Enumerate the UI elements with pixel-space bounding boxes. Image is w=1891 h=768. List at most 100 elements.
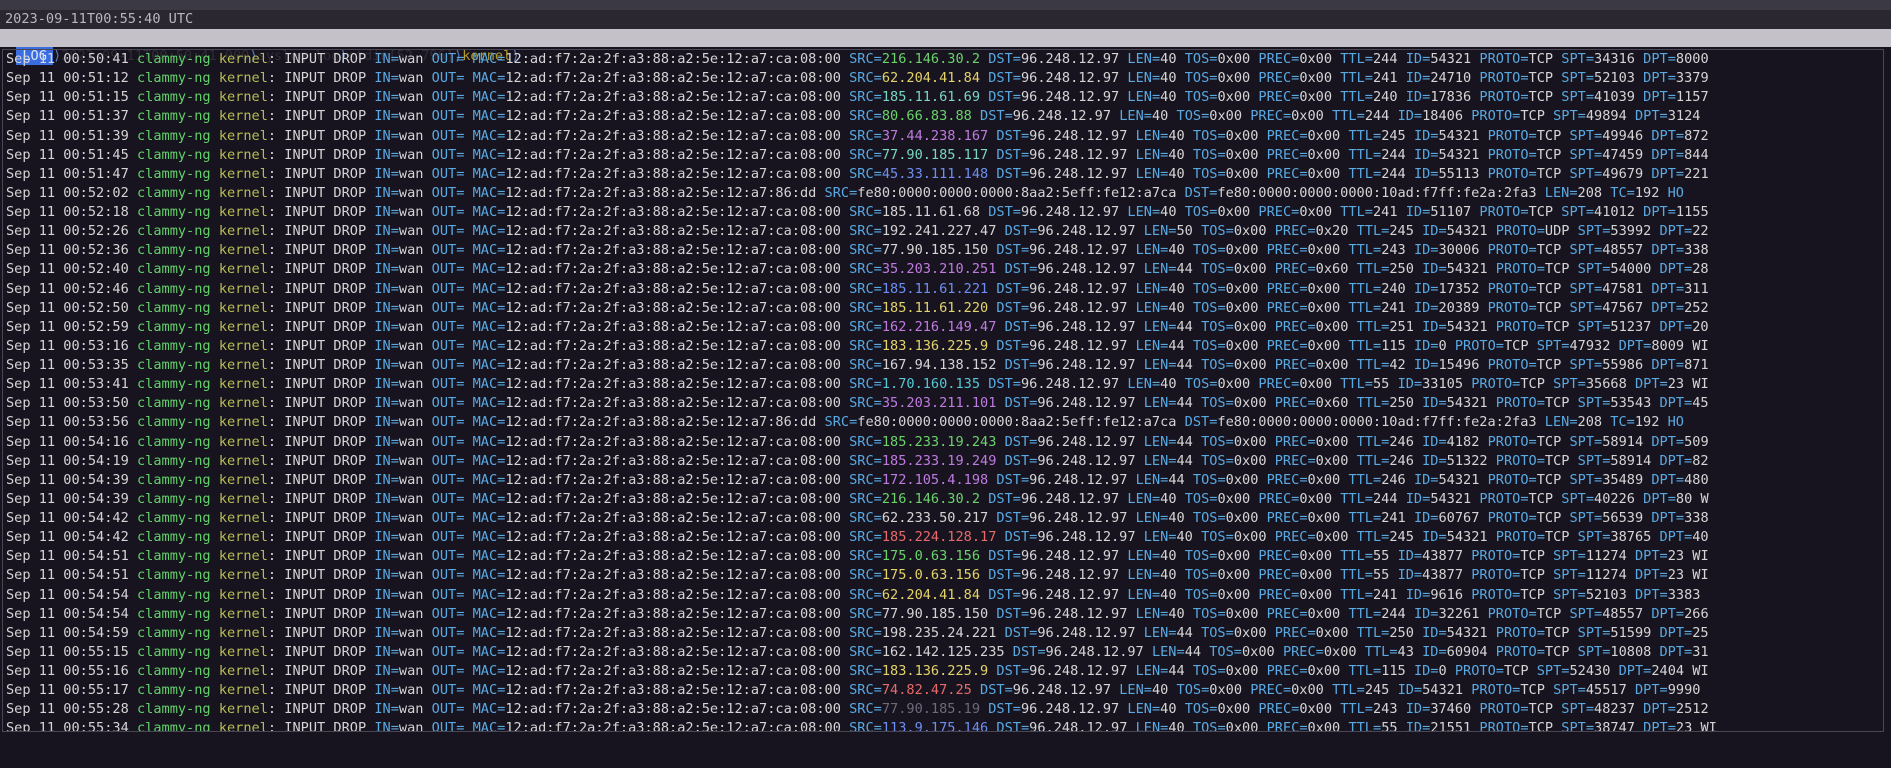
log-row[interactable]: Sep 11 00:52:26 clammy-ng kernel: INPUT …: [3, 222, 1883, 241]
field-id-value: 51107: [1430, 204, 1472, 220]
log-colon: :: [267, 643, 285, 660]
field-out-key: OUT=: [431, 242, 465, 259]
field-spt-value: 47932: [1569, 337, 1611, 354]
field-tos-key: TOS=: [1192, 127, 1226, 144]
log-row[interactable]: Sep 11 00:53:56 clammy-ng kernel: INPUT …: [3, 413, 1883, 432]
log-row[interactable]: Sep 11 00:51:12 clammy-ng kernel: INPUT …: [3, 69, 1883, 88]
log-row[interactable]: Sep 11 00:53:50 clammy-ng kernel: INPUT …: [3, 394, 1883, 413]
log-row[interactable]: Sep 11 00:54:54 clammy-ng kernel: INPUT …: [3, 605, 1883, 624]
field-tos-value: 0x00: [1225, 127, 1259, 144]
log-row[interactable]: Sep 11 00:52:36 clammy-ng kernel: INPUT …: [3, 241, 1883, 260]
field-mac-key: MAC=: [472, 299, 506, 316]
field-spt-value: 52103: [1585, 586, 1627, 603]
log-message: INPUT DROP: [284, 701, 375, 718]
field-ttl-value: 244: [1381, 146, 1406, 163]
field-src-value: 185.224.128.17: [881, 529, 997, 546]
log-process: kernel: [218, 548, 268, 565]
field-dst-value: 96.248.12.97: [1020, 204, 1120, 220]
field-src-key: SRC=: [849, 433, 882, 450]
log-row[interactable]: Sep 11 00:54:42 clammy-ng kernel: INPUT …: [3, 509, 1883, 528]
field-proto-value: TCP: [1544, 318, 1570, 335]
field-src-value: 77.90.185.150: [881, 605, 989, 622]
log-timestamp: Sep 11 00:55:15: [6, 643, 129, 660]
log-row[interactable]: Sep 11 00:54:42 clammy-ng kernel: INPUT …: [3, 528, 1883, 547]
log-row[interactable]: Sep 11 00:52:59 clammy-ng kernel: INPUT …: [3, 318, 1883, 337]
log-row[interactable]: Sep 11 00:52:50 clammy-ng kernel: INPUT …: [3, 299, 1883, 318]
field-ttl-key: TTL=: [1340, 376, 1373, 393]
field-out-key: OUT=: [431, 318, 465, 335]
log-row[interactable]: Sep 11 00:54:16 clammy-ng kernel: INPUT …: [3, 433, 1883, 452]
log-row[interactable]: Sep 11 00:51:15 clammy-ng kernel: INPUT …: [3, 88, 1883, 107]
field-mac-value: 12:ad:f7:2a:2f:a3:88:a2:5e:12:a7:ca:08:0…: [505, 223, 841, 240]
log-row[interactable]: Sep 11 00:55:15 clammy-ng kernel: INPUT …: [3, 643, 1883, 662]
field-dst-key: DST=: [1012, 643, 1046, 660]
field-out-key: OUT=: [431, 70, 465, 87]
field-prec-key: PREC=: [1282, 643, 1324, 660]
field-len-key: LEN=: [1135, 720, 1169, 732]
log-message: INPUT DROP: [284, 89, 375, 106]
log-process: kernel: [218, 108, 268, 125]
field-in-value: wan: [398, 414, 424, 431]
log-row[interactable]: Sep 11 00:52:40 clammy-ng kernel: INPUT …: [3, 260, 1883, 279]
field-prec-value: 0x00: [1307, 127, 1341, 144]
field-src-key: SRC=: [849, 146, 882, 163]
log-row[interactable]: Sep 11 00:54:39 clammy-ng kernel: INPUT …: [3, 471, 1883, 490]
field-mac-key: MAC=: [472, 605, 506, 622]
field-prec-value: 0x60: [1315, 261, 1349, 278]
log-row[interactable]: Sep 11 00:52:02 clammy-ng kernel: INPUT …: [3, 184, 1883, 203]
log-row[interactable]: Sep 11 00:55:16 clammy-ng kernel: INPUT …: [3, 662, 1883, 681]
log-row[interactable]: Sep 11 00:51:47 clammy-ng kernel: INPUT …: [3, 165, 1883, 184]
log-row[interactable]: Sep 11 00:55:17 clammy-ng kernel: INPUT …: [3, 681, 1883, 700]
field-id-value: 54321: [1430, 51, 1472, 67]
field-id-value: 60904: [1446, 643, 1488, 660]
field-id-value: 0: [1438, 337, 1447, 354]
log-row[interactable]: Sep 11 00:55:28 clammy-ng kernel: INPUT …: [3, 700, 1883, 719]
field-dpt-value: 338: [1684, 510, 1709, 526]
log-timestamp: Sep 11 00:55:34: [6, 720, 129, 732]
log-row[interactable]: Sep 11 00:51:45 clammy-ng kernel: INPUT …: [3, 146, 1883, 165]
log-view[interactable]: Sep 11 00:50:41 clammy-ng kernel: INPUT …: [2, 49, 1884, 732]
field-tos-value: 0x00: [1233, 395, 1267, 412]
log-row[interactable]: Sep 11 00:54:39 clammy-ng kernel: INPUT …: [3, 490, 1883, 509]
field-proto-key: PROTO=: [1495, 452, 1545, 469]
field-in-value: wan: [398, 318, 424, 335]
log-row[interactable]: Sep 11 00:54:19 clammy-ng kernel: INPUT …: [3, 452, 1883, 471]
log-timestamp: Sep 11 00:55:17: [6, 682, 129, 699]
log-row[interactable]: Sep 11 00:51:39 clammy-ng kernel: INPUT …: [3, 127, 1883, 146]
field-len-key: LEN=: [1127, 204, 1161, 220]
log-row[interactable]: Sep 11 00:54:51 clammy-ng kernel: INPUT …: [3, 566, 1883, 585]
log-row[interactable]: Sep 11 00:53:35 clammy-ng kernel: INPUT …: [3, 356, 1883, 375]
field-id-key: ID=: [1397, 567, 1423, 584]
field-extra-value: 192: [1634, 184, 1660, 201]
field-in-key: IN=: [374, 299, 399, 316]
log-timestamp: Sep 11 00:55:16: [6, 663, 129, 679]
field-spt-key: SPT=: [1577, 624, 1611, 641]
log-row[interactable]: Sep 11 00:52:46 clammy-ng kernel: INPUT …: [3, 280, 1883, 299]
field-len-value: 40: [1176, 529, 1193, 546]
log-process: kernel: [218, 663, 268, 679]
log-row[interactable]: Sep 11 00:54:51 clammy-ng kernel: INPUT …: [3, 547, 1883, 566]
field-dst-key: DST=: [996, 299, 1030, 316]
field-dpt-key: DPT=: [1634, 376, 1668, 393]
log-row[interactable]: Sep 11 00:52:18 clammy-ng kernel: INPUT …: [3, 203, 1883, 222]
log-row[interactable]: Sep 11 00:51:37 clammy-ng kernel: INPUT …: [3, 107, 1883, 126]
field-out-key: OUT=: [431, 204, 465, 220]
log-row[interactable]: Sep 11 00:53:16 clammy-ng kernel: INPUT …: [3, 337, 1883, 356]
log-row[interactable]: Sep 11 00:54:59 clammy-ng kernel: INPUT …: [3, 624, 1883, 643]
log-process: kernel: [218, 337, 268, 354]
field-src-key: SRC=: [849, 490, 882, 507]
field-proto-key: PROTO=: [1495, 223, 1545, 240]
log-row[interactable]: Sep 11 00:53:41 clammy-ng kernel: INPUT …: [3, 375, 1883, 394]
field-dst-key: DST=: [1004, 395, 1038, 412]
field-src-value: 185.233.19.243: [881, 433, 997, 450]
field-spt-key: SPT=: [1569, 433, 1603, 450]
field-tos-key: TOS=: [1184, 490, 1218, 507]
field-dst-key: DST=: [988, 567, 1021, 584]
field-mac-value: 12:ad:f7:2a:2f:a3:88:a2:5e:12:a7:ca:08:0…: [505, 204, 841, 220]
field-proto-value: TCP: [1536, 299, 1562, 316]
log-row[interactable]: Sep 11 00:50:41 clammy-ng kernel: INPUT …: [3, 50, 1883, 69]
log-row[interactable]: Sep 11 00:54:54 clammy-ng kernel: INPUT …: [3, 586, 1883, 605]
log-row[interactable]: Sep 11 00:55:34 clammy-ng kernel: INPUT …: [3, 719, 1883, 732]
field-dst-key: DST=: [996, 146, 1030, 163]
field-mac-value: 12:ad:f7:2a:2f:a3:88:a2:5e:12:a7:ca:08:0…: [505, 510, 841, 526]
